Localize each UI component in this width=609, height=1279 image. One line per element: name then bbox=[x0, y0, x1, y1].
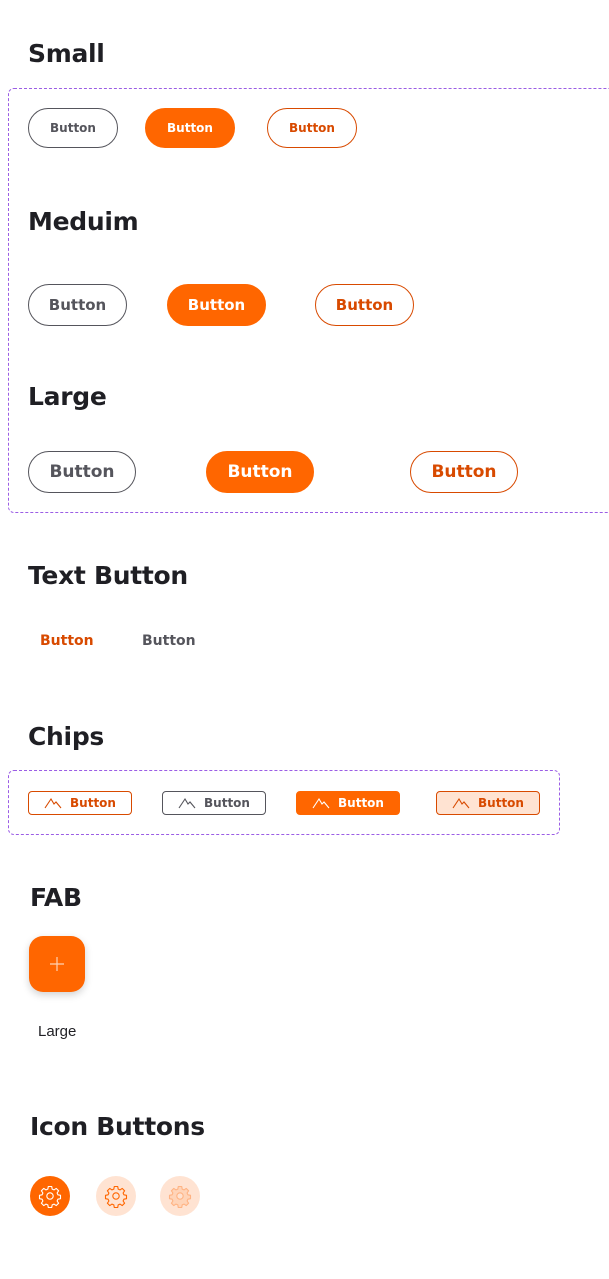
chip-filled[interactable]: Button bbox=[296, 791, 400, 815]
medium-filled-button[interactable]: Button bbox=[167, 284, 266, 326]
fab-caption: Large bbox=[38, 1023, 77, 1040]
section-title-chips: Chips bbox=[28, 722, 104, 751]
mountain-icon bbox=[452, 797, 470, 809]
section-title-small: Small bbox=[28, 39, 105, 68]
medium-neutral-button[interactable]: Button bbox=[28, 284, 127, 326]
large-filled-button[interactable]: Button bbox=[206, 451, 314, 493]
section-title-fab: FAB bbox=[30, 883, 82, 912]
small-filled-button[interactable]: Button bbox=[145, 108, 235, 148]
chip-neutral[interactable]: Button bbox=[162, 791, 266, 815]
mountain-icon bbox=[312, 797, 330, 809]
icon-button-filled[interactable] bbox=[30, 1176, 70, 1216]
gear-icon bbox=[104, 1185, 128, 1208]
chip-outlined[interactable]: Button bbox=[28, 791, 132, 815]
small-outlined-button[interactable]: Button bbox=[267, 108, 357, 148]
small-neutral-button[interactable]: Button bbox=[28, 108, 118, 148]
icon-button-tonal[interactable] bbox=[96, 1176, 136, 1216]
chip-label: Button bbox=[478, 796, 524, 810]
plus-icon bbox=[50, 957, 64, 971]
fab-large-button[interactable] bbox=[29, 936, 85, 992]
section-title-text-button: Text Button bbox=[28, 561, 188, 590]
gear-icon bbox=[168, 1185, 192, 1208]
chip-label: Button bbox=[70, 796, 116, 810]
mountain-icon bbox=[44, 797, 62, 809]
chip-tonal[interactable]: Button bbox=[436, 791, 540, 815]
text-button-accent[interactable]: Button bbox=[40, 633, 94, 649]
chip-label: Button bbox=[338, 796, 384, 810]
large-outlined-button[interactable]: Button bbox=[410, 451, 518, 493]
medium-outlined-button[interactable]: Button bbox=[315, 284, 414, 326]
large-neutral-button[interactable]: Button bbox=[28, 451, 136, 493]
chip-label: Button bbox=[204, 796, 250, 810]
section-title-large: Large bbox=[28, 382, 107, 411]
mountain-icon bbox=[178, 797, 196, 809]
gear-icon bbox=[38, 1185, 62, 1208]
section-title-medium: Meduim bbox=[28, 207, 139, 236]
icon-button-disabled[interactable] bbox=[160, 1176, 200, 1216]
text-button-neutral[interactable]: Button bbox=[142, 633, 196, 649]
section-title-icon-buttons: Icon Buttons bbox=[30, 1112, 205, 1141]
